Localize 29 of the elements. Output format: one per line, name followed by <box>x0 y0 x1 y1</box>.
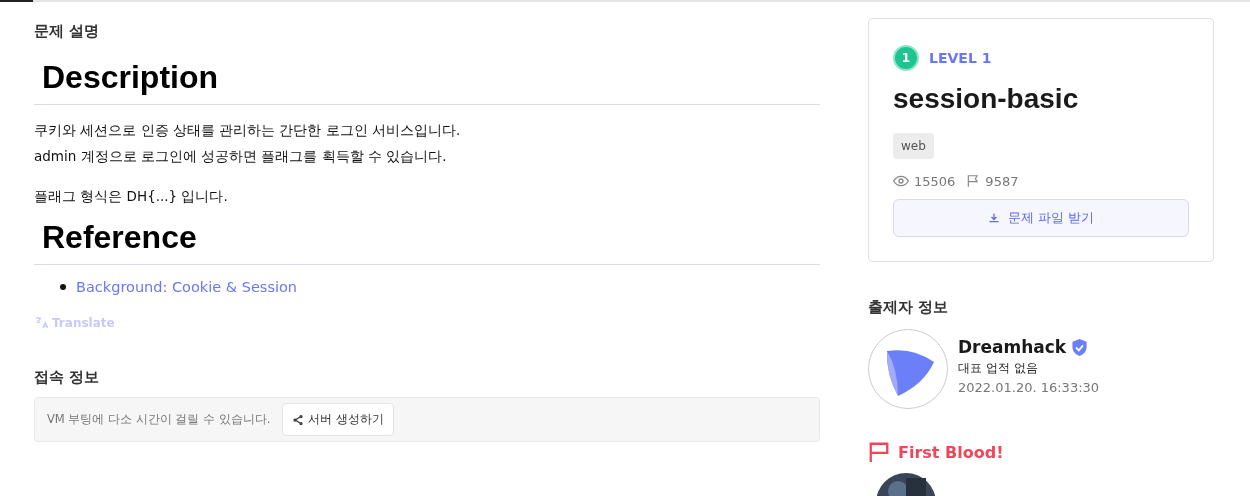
tag[interactable]: web <box>893 133 934 159</box>
challenge-title: session-basic <box>893 83 1080 115</box>
solve-count: 9587 <box>985 173 1019 189</box>
section-title: 출제자 정보 <box>868 298 950 317</box>
create-server-button[interactable]: 서버 생성하기 <box>282 403 395 436</box>
level-label: LEVEL 1 <box>929 50 992 66</box>
flag-format-text: 플래그 형식은 DH{...} 입니다. <box>34 187 229 206</box>
section-title: 문제 설명 <box>34 22 101 41</box>
level-badge: 1 <box>893 45 919 71</box>
description-text: 쿠키와 세션으로 인증 상태를 관리하는 간단한 로그인 서비스입니다. <box>34 121 462 140</box>
description-heading: Description <box>34 59 820 105</box>
view-count: 15506 <box>914 173 956 189</box>
author-name[interactable]: Dreamhack <box>958 337 1067 357</box>
share-icon <box>292 413 305 426</box>
reference-link[interactable]: Background: Cookie & Session <box>76 279 298 295</box>
download-button[interactable]: 문제 파일 받기 <box>893 199 1189 237</box>
first-blood-title: First Blood! <box>898 442 1004 462</box>
description-text: admin 계정으로 로그인에 성공하면 플래그를 획득할 수 있습니다. <box>34 147 448 166</box>
reference-heading: Reference <box>34 219 820 265</box>
flag-icon <box>966 174 981 188</box>
eye-icon <box>893 173 909 189</box>
section-title: 접속 정보 <box>34 368 101 387</box>
flag-icon <box>868 441 890 463</box>
vm-boot-message: VM 부팅에 다소 시간이 걸릴 수 있습니다. <box>47 412 271 427</box>
translate-icon[interactable] <box>34 315 49 330</box>
bullet <box>60 284 66 290</box>
author-date: 2022.01.20. 16:33:30 <box>958 380 1100 395</box>
download-icon <box>987 212 1000 224</box>
achievement-text: 대표 업적 없음 <box>958 360 1039 377</box>
